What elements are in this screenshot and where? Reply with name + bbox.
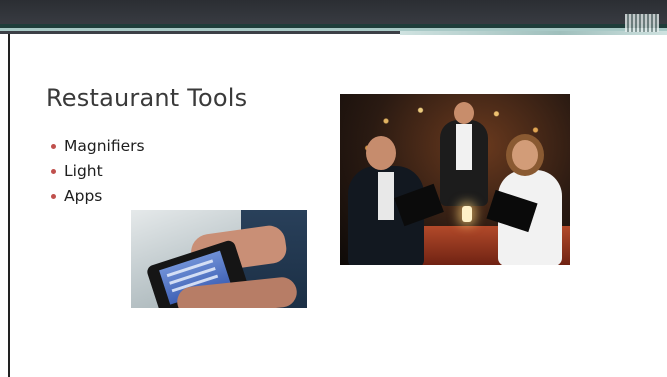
bullet-label: Apps [64, 186, 103, 205]
restaurant-dining-photo [340, 94, 570, 265]
bullet-icon [51, 143, 56, 149]
slide-title: Restaurant Tools [46, 84, 248, 112]
diner-woman-face [512, 140, 538, 170]
bullet-icon [51, 193, 56, 199]
candle-icon [462, 206, 472, 222]
bullet-label: Magnifiers [64, 136, 145, 155]
diner-man-shirt [378, 172, 394, 220]
waiter-shirt [456, 124, 472, 170]
left-border [8, 34, 10, 377]
diner-man-head [366, 136, 396, 170]
bullet-item-magnifiers: Magnifiers [51, 133, 145, 158]
bullet-list: Magnifiers Light Apps [51, 133, 145, 208]
bullet-item-apps: Apps [51, 183, 145, 208]
header-decoration [625, 14, 659, 32]
waiter-head [454, 102, 474, 124]
smartphone-magnifier-photo [131, 210, 307, 308]
slide: Restaurant Tools Magnifiers Light Apps [0, 0, 667, 377]
bullet-icon [51, 168, 56, 174]
bullet-item-light: Light [51, 158, 145, 183]
bullet-label: Light [64, 161, 103, 180]
